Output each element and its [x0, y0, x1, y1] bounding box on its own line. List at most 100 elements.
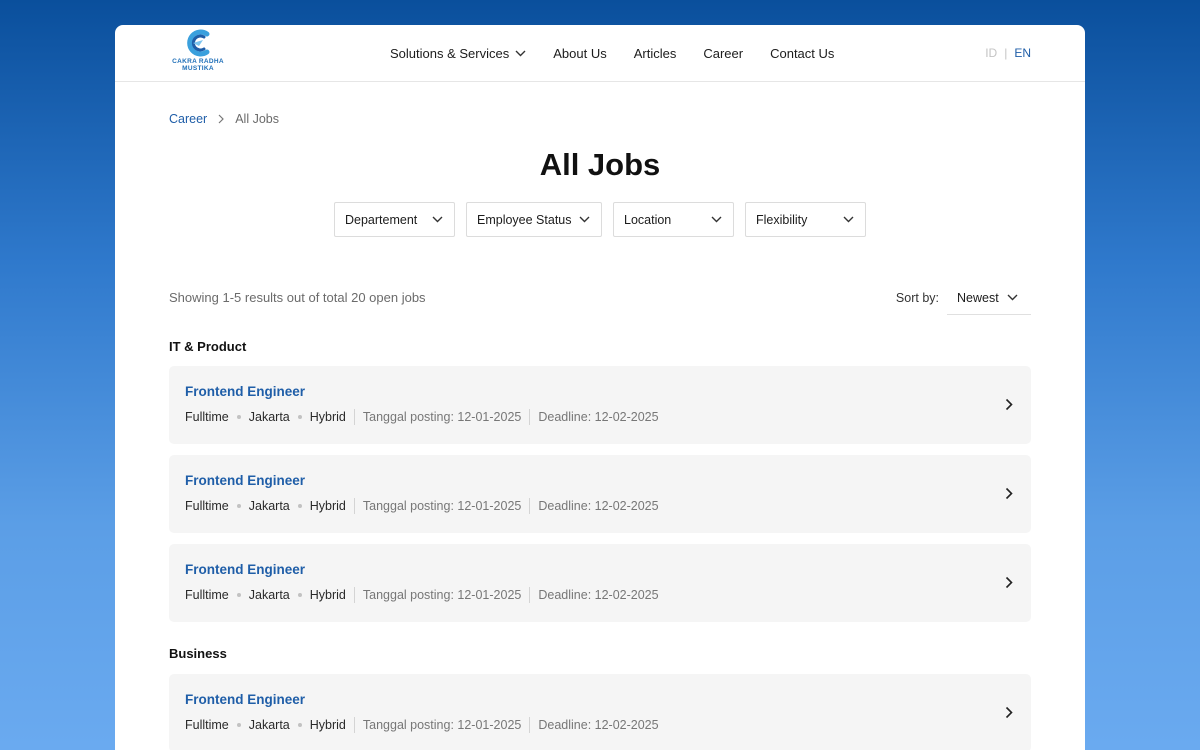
- job-title[interactable]: Frontend Engineer: [185, 562, 305, 577]
- job-meta: Fulltime Jakarta Hybrid Tanggal posting:…: [185, 587, 659, 603]
- job-meta: Fulltime Jakarta Hybrid Tanggal posting:…: [185, 409, 659, 425]
- filter-employee-status[interactable]: Employee Status: [466, 202, 602, 237]
- job-location: Jakarta: [248, 718, 290, 732]
- language-switcher: ID | EN: [985, 25, 1031, 81]
- job-location: Jakarta: [248, 499, 290, 513]
- job-deadline: Deadline: 12-02-2025: [538, 718, 659, 732]
- job-flexibility: Hybrid: [309, 718, 346, 732]
- sort-select[interactable]: Newest: [947, 281, 1031, 315]
- job-title[interactable]: Frontend Engineer: [185, 692, 305, 707]
- job-meta: Fulltime Jakarta Hybrid Tanggal posting:…: [185, 498, 659, 514]
- lang-en-option[interactable]: EN: [1014, 46, 1031, 60]
- company-logo[interactable]: CAKRA RADHA MUSTIKA: [169, 28, 227, 78]
- chevron-right-icon[interactable]: [1005, 398, 1013, 411]
- logo-mark-icon: [187, 29, 210, 57]
- chevron-right-icon: [218, 114, 225, 124]
- job-posted-date: Tanggal posting: 12-01-2025: [362, 588, 522, 602]
- job-title[interactable]: Frontend Engineer: [185, 384, 305, 399]
- job-posted-date: Tanggal posting: 12-01-2025: [362, 718, 522, 732]
- chevron-down-icon: [432, 216, 443, 223]
- top-navbar: CAKRA RADHA MUSTIKA Solutions & Services…: [115, 25, 1085, 82]
- results-summary: Showing 1-5 results out of total 20 open…: [169, 290, 426, 305]
- job-type: Fulltime: [185, 410, 229, 424]
- job-location: Jakarta: [248, 410, 290, 424]
- main-nav: Solutions & Services About Us Articles C…: [390, 25, 861, 81]
- meta-divider: [529, 717, 531, 733]
- filter-label: Flexibility: [756, 212, 808, 227]
- nav-label: Solutions & Services: [390, 45, 510, 61]
- meta-divider: [529, 587, 531, 603]
- lang-id-option[interactable]: ID: [985, 46, 997, 60]
- meta-divider: [529, 498, 531, 514]
- meta-divider: [353, 587, 355, 603]
- chevron-down-icon: [843, 216, 854, 223]
- section-title-it-product: IT & Product: [169, 339, 247, 354]
- nav-articles[interactable]: Articles: [634, 46, 677, 61]
- breadcrumb-career-link[interactable]: Career: [169, 112, 207, 126]
- job-card[interactable]: Frontend Engineer Fulltime Jakarta Hybri…: [169, 366, 1031, 444]
- meta-divider: [529, 409, 531, 425]
- filter-bar: Departement Employee Status Location Fle…: [334, 202, 866, 237]
- chevron-right-icon[interactable]: [1005, 706, 1013, 719]
- filter-label: Location: [624, 212, 672, 227]
- meta-divider: [353, 498, 355, 514]
- job-flexibility: Hybrid: [309, 499, 346, 513]
- filter-label: Employee Status: [477, 212, 572, 227]
- nav-label: Career: [703, 45, 744, 61]
- logo-line-2: MUSTIKA: [182, 65, 214, 72]
- chevron-down-icon: [579, 216, 590, 223]
- nav-label: About Us: [553, 45, 607, 61]
- job-card[interactable]: Frontend Engineer Fulltime Jakarta Hybri…: [169, 455, 1031, 533]
- meta-dot: [297, 593, 302, 597]
- meta-divider: [353, 717, 355, 733]
- chevron-down-icon: [711, 216, 722, 223]
- nav-label: Contact Us: [770, 45, 835, 61]
- section-title-business: Business: [169, 646, 227, 661]
- meta-dot: [236, 504, 241, 508]
- nav-solutions-services[interactable]: Solutions & Services: [390, 46, 526, 61]
- job-card[interactable]: Frontend Engineer Fulltime Jakarta Hybri…: [169, 544, 1031, 622]
- chevron-down-icon: [515, 50, 526, 56]
- page-title: All Jobs: [539, 147, 661, 182]
- job-deadline: Deadline: 12-02-2025: [538, 410, 659, 424]
- job-flexibility: Hybrid: [309, 410, 346, 424]
- lang-separator: |: [1004, 46, 1008, 60]
- job-location: Jakarta: [248, 588, 290, 602]
- job-type: Fulltime: [185, 499, 229, 513]
- browser-page: CAKRA RADHA MUSTIKA Solutions & Services…: [115, 25, 1085, 750]
- nav-label: Articles: [633, 45, 677, 61]
- filter-label: Departement: [345, 212, 418, 227]
- job-posted-date: Tanggal posting: 12-01-2025: [362, 499, 522, 513]
- logo-line-1: CAKRA RADHA: [172, 58, 224, 65]
- job-meta: Fulltime Jakarta Hybrid Tanggal posting:…: [185, 717, 659, 733]
- sort-control: Sort by: Newest: [896, 281, 1031, 315]
- meta-dot: [236, 723, 241, 727]
- meta-dot: [236, 415, 241, 419]
- job-deadline: Deadline: 12-02-2025: [538, 499, 659, 513]
- job-deadline: Deadline: 12-02-2025: [538, 588, 659, 602]
- filter-departement[interactable]: Departement: [334, 202, 455, 237]
- job-type: Fulltime: [185, 588, 229, 602]
- chevron-right-icon[interactable]: [1005, 576, 1013, 589]
- job-type: Fulltime: [185, 718, 229, 732]
- job-posted-date: Tanggal posting: 12-01-2025: [362, 410, 522, 424]
- nav-contact-us[interactable]: Contact Us: [770, 46, 834, 61]
- job-card[interactable]: Frontend Engineer Fulltime Jakarta Hybri…: [169, 674, 1031, 750]
- sort-label: Sort by:: [895, 291, 939, 305]
- job-title[interactable]: Frontend Engineer: [185, 473, 305, 488]
- meta-dot: [297, 504, 302, 508]
- meta-divider: [353, 409, 355, 425]
- meta-dot: [297, 723, 302, 727]
- sort-value: Newest: [957, 290, 999, 305]
- chevron-right-icon[interactable]: [1005, 487, 1013, 500]
- filter-flexibility[interactable]: Flexibility: [745, 202, 866, 237]
- meta-dot: [297, 415, 302, 419]
- breadcrumb: Career All Jobs: [169, 112, 279, 126]
- nav-career[interactable]: Career: [703, 46, 743, 61]
- filter-location[interactable]: Location: [613, 202, 734, 237]
- job-flexibility: Hybrid: [309, 588, 346, 602]
- logo-text: CAKRA RADHA MUSTIKA: [172, 58, 224, 72]
- breadcrumb-current: All Jobs: [235, 112, 279, 126]
- nav-about-us[interactable]: About Us: [553, 46, 606, 61]
- chevron-down-icon: [1007, 294, 1018, 301]
